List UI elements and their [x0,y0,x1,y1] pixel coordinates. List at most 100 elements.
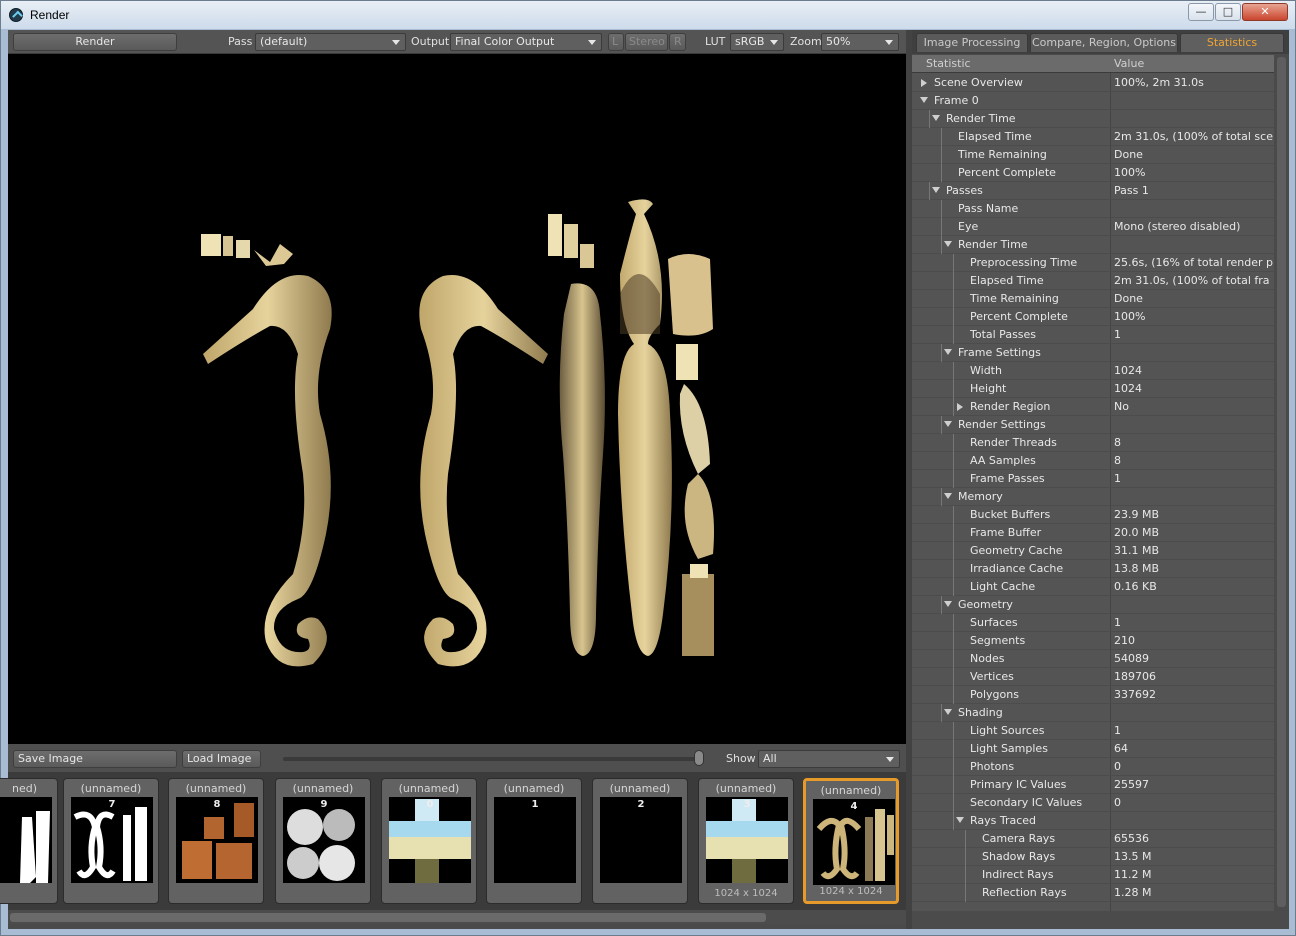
thumbnail[interactable]: (unnamed) 7 [63,778,159,904]
scrollbar-thumb[interactable] [1277,57,1286,907]
table-row[interactable]: Scene Overview 100%, 2m 31.0s [912,74,1274,92]
table-row[interactable]: Eye Mono (stereo disabled) [912,218,1274,236]
table-row[interactable]: Geometry [912,596,1274,614]
table-row[interactable]: Time Remaining Done [912,146,1274,164]
render-viewport[interactable] [8,54,906,744]
load-image-button[interactable]: Load Image [182,750,261,768]
table-row[interactable]: Irradiance Cache 13.8 MB [912,560,1274,578]
table-row[interactable]: Primary IC Values 25597 [912,776,1274,794]
stat-value: 25.6s, (16% of total render p ... [1114,256,1274,269]
table-row[interactable]: Light Samples 64 [912,740,1274,758]
table-row[interactable]: Frame Passes 1 [912,470,1274,488]
expand-arrow-icon[interactable] [932,187,940,193]
lut-dropdown[interactable]: sRGB [730,33,784,51]
table-row[interactable]: Camera Rays 65536 [912,830,1274,848]
table-row[interactable]: Geometry Cache 31.1 MB [912,542,1274,560]
table-row[interactable]: Width 1024 [912,362,1274,380]
table-row[interactable]: Nodes 54089 [912,650,1274,668]
stat-label: Vertices [970,670,1014,683]
collapse-arrow-icon[interactable] [921,79,927,87]
table-row[interactable]: Frame 0 [912,92,1274,110]
thumbnail[interactable]: ned) [0,778,58,904]
expand-arrow-icon[interactable] [944,709,952,715]
stat-value: 8 [1114,454,1121,467]
table-row[interactable]: Segments 210 [912,632,1274,650]
thumbnail-scrollbar[interactable] [8,910,906,924]
stat-value: Mono (stereo disabled) [1114,220,1241,233]
render-button[interactable]: Render [13,33,177,51]
table-row[interactable]: Render Time [912,110,1274,128]
close-button[interactable]: ✕ [1242,3,1288,21]
thumbnail[interactable]: (unnamed) 3 1024 x 1024 [698,778,794,904]
table-row[interactable]: Frame Settings [912,344,1274,362]
expand-arrow-icon[interactable] [956,817,964,823]
table-row[interactable]: Time Remaining Done [912,290,1274,308]
expand-arrow-icon[interactable] [944,421,952,427]
table-row[interactable]: Surfaces 1 [912,614,1274,632]
table-row[interactable]: Memory [912,488,1274,506]
history-slider[interactable] [283,757,703,761]
table-row[interactable]: Pass Name [912,200,1274,218]
expand-arrow-icon[interactable] [932,115,940,121]
expand-arrow-icon[interactable] [920,97,928,103]
table-row[interactable]: Total Passes 1 [912,326,1274,344]
expand-arrow-icon[interactable] [944,601,952,607]
maximize-button[interactable]: □ [1215,3,1241,21]
table-row[interactable]: Vertices 189706 [912,668,1274,686]
table-row[interactable]: Shadow Rays 13.5 M [912,848,1274,866]
column-statistic[interactable]: Statistic [926,57,971,70]
save-image-button[interactable]: Save Image [13,750,177,768]
table-row[interactable]: Render Threads 8 [912,434,1274,452]
thumbnail[interactable]: (unnamed) 9 [275,778,371,904]
table-row[interactable]: Shading [912,704,1274,722]
table-row[interactable]: Light Sources 1 [912,722,1274,740]
slider-handle[interactable] [694,750,704,766]
expand-arrow-icon[interactable] [944,349,952,355]
stereo-button[interactable]: Stereo [625,33,668,51]
column-value[interactable]: Value [1114,57,1144,70]
zoom-dropdown[interactable]: 50% [821,33,899,51]
tab-statistics[interactable]: Statistics [1180,33,1284,52]
show-dropdown[interactable]: All [758,750,900,768]
table-row[interactable]: Light Cache 0.16 KB [912,578,1274,596]
table-row[interactable]: Secondary IC Values 0 [912,794,1274,812]
table-row[interactable]: Elapsed Time 2m 31.0s, (100% of total sce… [912,128,1274,146]
thumbnail[interactable]: (unnamed) 1 [486,778,582,904]
table-row[interactable]: Passes Pass 1 [912,182,1274,200]
table-row[interactable]: Indirect Rays 11.2 M [912,866,1274,884]
thumbnail[interactable]: (unnamed) 2 [592,778,688,904]
left-eye-button[interactable]: L [608,33,624,51]
table-row[interactable]: Polygons 337692 [912,686,1274,704]
table-row[interactable]: Reflection Rays 1.28 M [912,884,1274,902]
table-row[interactable]: Render Region No [912,398,1274,416]
table-row[interactable]: Rays Traced [912,812,1274,830]
table-row[interactable]: Bucket Buffers 23.9 MB [912,506,1274,524]
table-row[interactable]: AA Samples 8 [912,452,1274,470]
stat-label: Render Settings [958,418,1046,431]
table-row[interactable]: Frame Buffer 20.0 MB [912,524,1274,542]
stat-label: Shading [958,706,1003,719]
right-eye-button[interactable]: R [669,33,686,51]
thumbnail[interactable]: (unnamed) 0 [381,778,477,904]
table-row[interactable]: Height 1024 [912,380,1274,398]
pass-dropdown[interactable]: (default) [255,33,406,51]
scrollbar-thumb[interactable] [10,913,766,922]
minimize-button[interactable]: — [1188,3,1214,21]
table-row[interactable]: Preprocessing Time 25.6s, (16% of total r… [912,254,1274,272]
stat-label: Irradiance Cache [970,562,1064,575]
thumbnail[interactable]: (unnamed) 8 [168,778,264,904]
table-row[interactable]: Render Time [912,236,1274,254]
thumbnail-selected[interactable]: (unnamed) 4 1024 x 1024 [803,778,899,904]
table-row[interactable]: Elapsed Time 2m 31.0s, (100% of total fra… [912,272,1274,290]
statistics-scrollbar[interactable] [1274,55,1289,911]
table-row[interactable]: Percent Complete 100% [912,308,1274,326]
table-row[interactable]: Photons 0 [912,758,1274,776]
table-row[interactable]: Percent Complete 100% [912,164,1274,182]
output-dropdown[interactable]: Final Color Output [450,33,602,51]
table-row[interactable]: Render Settings [912,416,1274,434]
collapse-arrow-icon[interactable] [957,403,963,411]
expand-arrow-icon[interactable] [944,493,952,499]
tab-image-processing[interactable]: Image Processing [916,33,1028,52]
tab-compare-region-options[interactable]: Compare, Region, Options [1030,33,1178,52]
expand-arrow-icon[interactable] [944,241,952,247]
